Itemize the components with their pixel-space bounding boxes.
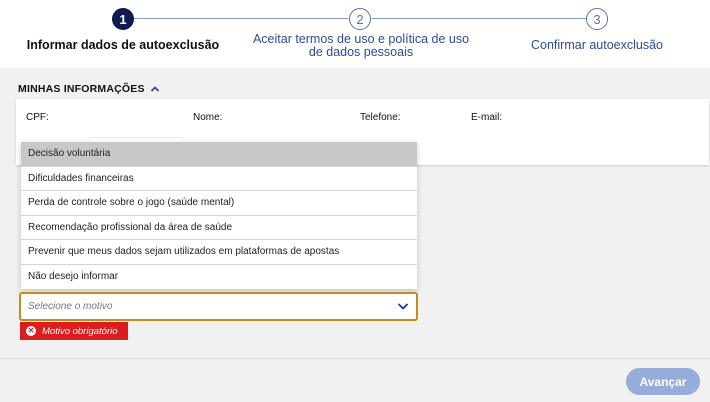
reason-select-placeholder: Selecione o motivo <box>28 301 113 312</box>
step-3-circle: 3 <box>586 8 608 30</box>
section-header-my-info[interactable]: MINHAS INFORMAÇÕES <box>18 83 160 95</box>
chevron-down-icon[interactable] <box>397 301 409 311</box>
reason-option[interactable]: Decisão voluntária <box>21 142 417 167</box>
chevron-up-icon[interactable] <box>150 84 160 94</box>
reason-option[interactable]: Dificuldades financeiras <box>21 166 417 191</box>
section-title: MINHAS INFORMAÇÕES <box>18 83 145 95</box>
step-connector <box>134 18 348 19</box>
email-label: E-mail: <box>471 112 503 123</box>
cpf-label: CPF: <box>26 112 49 123</box>
reason-option[interactable]: Não desejo informar <box>21 264 417 289</box>
step-1-label: Informar dados de autoexclusão <box>26 38 220 52</box>
step-connector <box>372 18 586 19</box>
reason-option[interactable]: Recomendação profissional da área de saú… <box>21 215 417 240</box>
cpf-value-underline <box>93 137 179 138</box>
step-2-circle: 2 <box>349 8 371 30</box>
step-2-label: Aceitar termos de uso e política de uso … <box>252 32 470 59</box>
reason-error-message: ✕ Motivo obrigatório <box>20 322 128 340</box>
close-circle-icon: ✕ <box>26 326 36 336</box>
footer-divider <box>0 358 710 359</box>
name-label: Nome: <box>193 112 223 123</box>
reason-option[interactable]: Perda de controle sobre o jogo (saúde me… <box>21 191 417 216</box>
step-1-circle: 1 <box>112 8 134 30</box>
reason-options-list: Decisão voluntária Dificuldades financei… <box>21 142 417 289</box>
stepper: 1 2 3 Informar dados de autoexclusão Ace… <box>0 0 710 68</box>
reason-select[interactable]: Selecione o motivo <box>19 292 418 321</box>
next-button[interactable]: Avançar <box>626 368 700 395</box>
reason-option[interactable]: Prevenir que meus dados sejam utilizados… <box>21 240 417 265</box>
phone-label: Telefone: <box>360 112 401 123</box>
reason-error-text: Motivo obrigatório <box>42 325 118 337</box>
step-3-label: Confirmar autoexclusão <box>530 38 663 52</box>
